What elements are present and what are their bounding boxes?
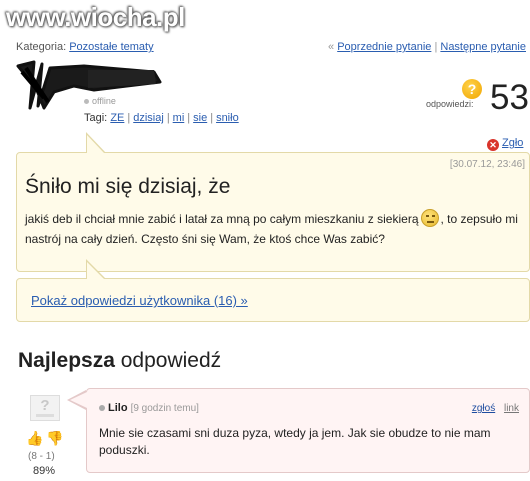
site-watermark: www.wiocha.pl: [6, 2, 185, 32]
answer-header: Lilo [9 godzin temu]: [99, 402, 199, 414]
question-box: [30.07.12, 23:46] Śniło mi się dzisiaj, …: [16, 152, 530, 272]
tag-item[interactable]: sniło: [216, 112, 239, 124]
question-nav: « Poprzednie pytanie | Następne pytanie: [328, 41, 526, 53]
answer-body: Mnie sie czasami sni duza pyza, wtedy ja…: [99, 426, 491, 457]
answer-bubble-tail-fill: [70, 392, 87, 408]
answer-report-link[interactable]: zgłoś: [472, 403, 495, 414]
tag-item[interactable]: mi: [173, 112, 185, 124]
report-button[interactable]: ✕ Zgło: [487, 137, 523, 151]
best-answer-box: Lilo [9 godzin temu] zgłoś link Mnie sie …: [86, 388, 530, 473]
smiley-icon: [420, 209, 439, 227]
nav-prefix: «: [328, 41, 335, 53]
tag-separator: |: [210, 112, 214, 124]
answer-permalink[interactable]: link: [504, 403, 519, 414]
report-label: Zgło: [502, 137, 524, 149]
show-user-answers-link[interactable]: Pokaż odpowiedzi użytkownika (16) »: [31, 293, 248, 308]
question-icon: ?: [462, 79, 482, 99]
category-link[interactable]: Pozostałe tematy: [69, 41, 153, 53]
tag-separator: |: [187, 112, 191, 124]
status-dot-icon: [99, 405, 105, 412]
tags-label: Tagi:: [84, 112, 108, 124]
user-status: offline: [84, 96, 116, 106]
category-label: Kategoria:: [16, 41, 67, 53]
thumb-up-icon[interactable]: 👍: [26, 430, 43, 447]
best-answer-heading-bold: Najlepsza: [18, 349, 115, 372]
tag-item[interactable]: sie: [193, 112, 207, 124]
question-body: jakiś deb il chciał mnie zabić i latał z…: [25, 209, 525, 249]
next-question-link[interactable]: Następne pytanie: [440, 41, 526, 53]
best-answer-heading-rest: odpowiedź: [120, 349, 222, 372]
answer-time: [9 godzin temu]: [130, 403, 199, 414]
tag-item[interactable]: ZE: [110, 112, 124, 124]
tag-list: Tagi: ZE | dzisiaj | mi | sie | sniło: [84, 112, 239, 124]
category-row: Kategoria: Pozostałe tematy: [16, 41, 154, 53]
vote-percent: 89%: [33, 465, 56, 477]
vote-count: (8 - 1): [28, 451, 55, 462]
avatar[interactable]: [30, 395, 60, 421]
close-icon: ✕: [487, 139, 499, 151]
tag-separator: |: [127, 112, 131, 124]
status-dot-icon: [84, 99, 89, 105]
nav-separator: |: [434, 41, 438, 53]
best-answer-heading: Najlepsza odpowiedź: [18, 349, 221, 373]
answer-author[interactable]: Lilo: [108, 402, 128, 414]
tag-separator: |: [166, 112, 170, 124]
answer-actions: zgłoś link: [472, 403, 519, 414]
previous-question-link[interactable]: Poprzednie pytanie: [337, 41, 431, 53]
answers-label: odpowiedzi:: [426, 99, 474, 109]
question-title: Śniło mi się dzisiaj, że: [25, 175, 231, 198]
question-body-text: jakiś deb il chciał mnie zabić i latał z…: [25, 212, 419, 226]
user-status-text: offline: [92, 96, 116, 106]
show-answers-box: Pokaż odpowiedzi użytkownika (16) »: [16, 278, 530, 322]
tag-item[interactable]: dzisiaj: [133, 112, 164, 124]
thumb-down-icon[interactable]: 👎: [46, 430, 63, 447]
question-bubble-tail-fill: [87, 135, 104, 153]
show-answers-bubble-tail-fill: [87, 262, 104, 279]
question-date: [30.07.12, 23:46]: [449, 159, 525, 170]
answers-count: 53: [490, 78, 529, 117]
